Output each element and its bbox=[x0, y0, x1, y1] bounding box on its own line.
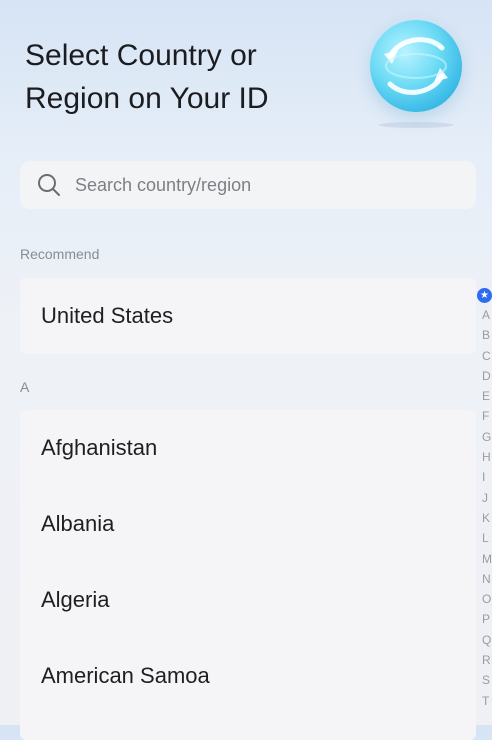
index-letter-a[interactable]: A bbox=[476, 305, 492, 325]
alphabet-index-bar[interactable]: ★ A B C D E F G H I J K L M N O P Q R S … bbox=[476, 288, 492, 711]
index-letter-d[interactable]: D bbox=[476, 366, 492, 386]
search-icon bbox=[36, 172, 62, 198]
index-letter-l[interactable]: L bbox=[476, 528, 492, 548]
page-title-line-1: Select Country or bbox=[25, 39, 257, 72]
recommend-list: United States bbox=[20, 278, 476, 354]
list-item-afghanistan[interactable]: Afghanistan bbox=[20, 410, 476, 486]
country-list-a: Afghanistan Albania Algeria American Sam… bbox=[20, 410, 476, 740]
index-letter-c[interactable]: C bbox=[476, 346, 492, 366]
search-bar[interactable] bbox=[20, 161, 476, 209]
index-letter-f[interactable]: F bbox=[476, 406, 492, 426]
index-star-icon[interactable]: ★ bbox=[477, 288, 492, 303]
index-letter-m[interactable]: M bbox=[476, 549, 492, 569]
globe-arrows-graphic bbox=[384, 37, 448, 95]
index-letter-i[interactable]: I bbox=[476, 467, 492, 487]
index-letter-p[interactable]: P bbox=[476, 609, 492, 629]
list-item-american-samoa[interactable]: American Samoa bbox=[20, 638, 476, 714]
index-letter-n[interactable]: N bbox=[476, 569, 492, 589]
page-title: Select Country or Region on Your ID bbox=[25, 34, 345, 120]
page-title-line-2: Region on Your ID bbox=[25, 82, 269, 115]
list-item-albania[interactable]: Albania bbox=[20, 486, 476, 562]
index-letter-j[interactable]: J bbox=[476, 488, 492, 508]
section-label-a: A bbox=[20, 379, 30, 395]
index-letter-o[interactable]: O bbox=[476, 589, 492, 609]
list-item-algeria[interactable]: Algeria bbox=[20, 562, 476, 638]
index-letter-q[interactable]: Q bbox=[476, 630, 492, 650]
index-letter-b[interactable]: B bbox=[476, 325, 492, 345]
index-letter-s[interactable]: S bbox=[476, 670, 492, 690]
index-letter-h[interactable]: H bbox=[476, 447, 492, 467]
index-letter-e[interactable]: E bbox=[476, 386, 492, 406]
list-item-united-states[interactable]: United States bbox=[20, 278, 476, 354]
globe-shadow bbox=[378, 122, 454, 128]
index-letter-t[interactable]: T bbox=[476, 691, 492, 711]
search-input[interactable] bbox=[75, 174, 435, 196]
globe-icon bbox=[370, 20, 462, 112]
index-letter-k[interactable]: K bbox=[476, 508, 492, 528]
index-letter-r[interactable]: R bbox=[476, 650, 492, 670]
index-letter-g[interactable]: G bbox=[476, 427, 492, 447]
section-label-recommend: Recommend bbox=[20, 246, 100, 262]
